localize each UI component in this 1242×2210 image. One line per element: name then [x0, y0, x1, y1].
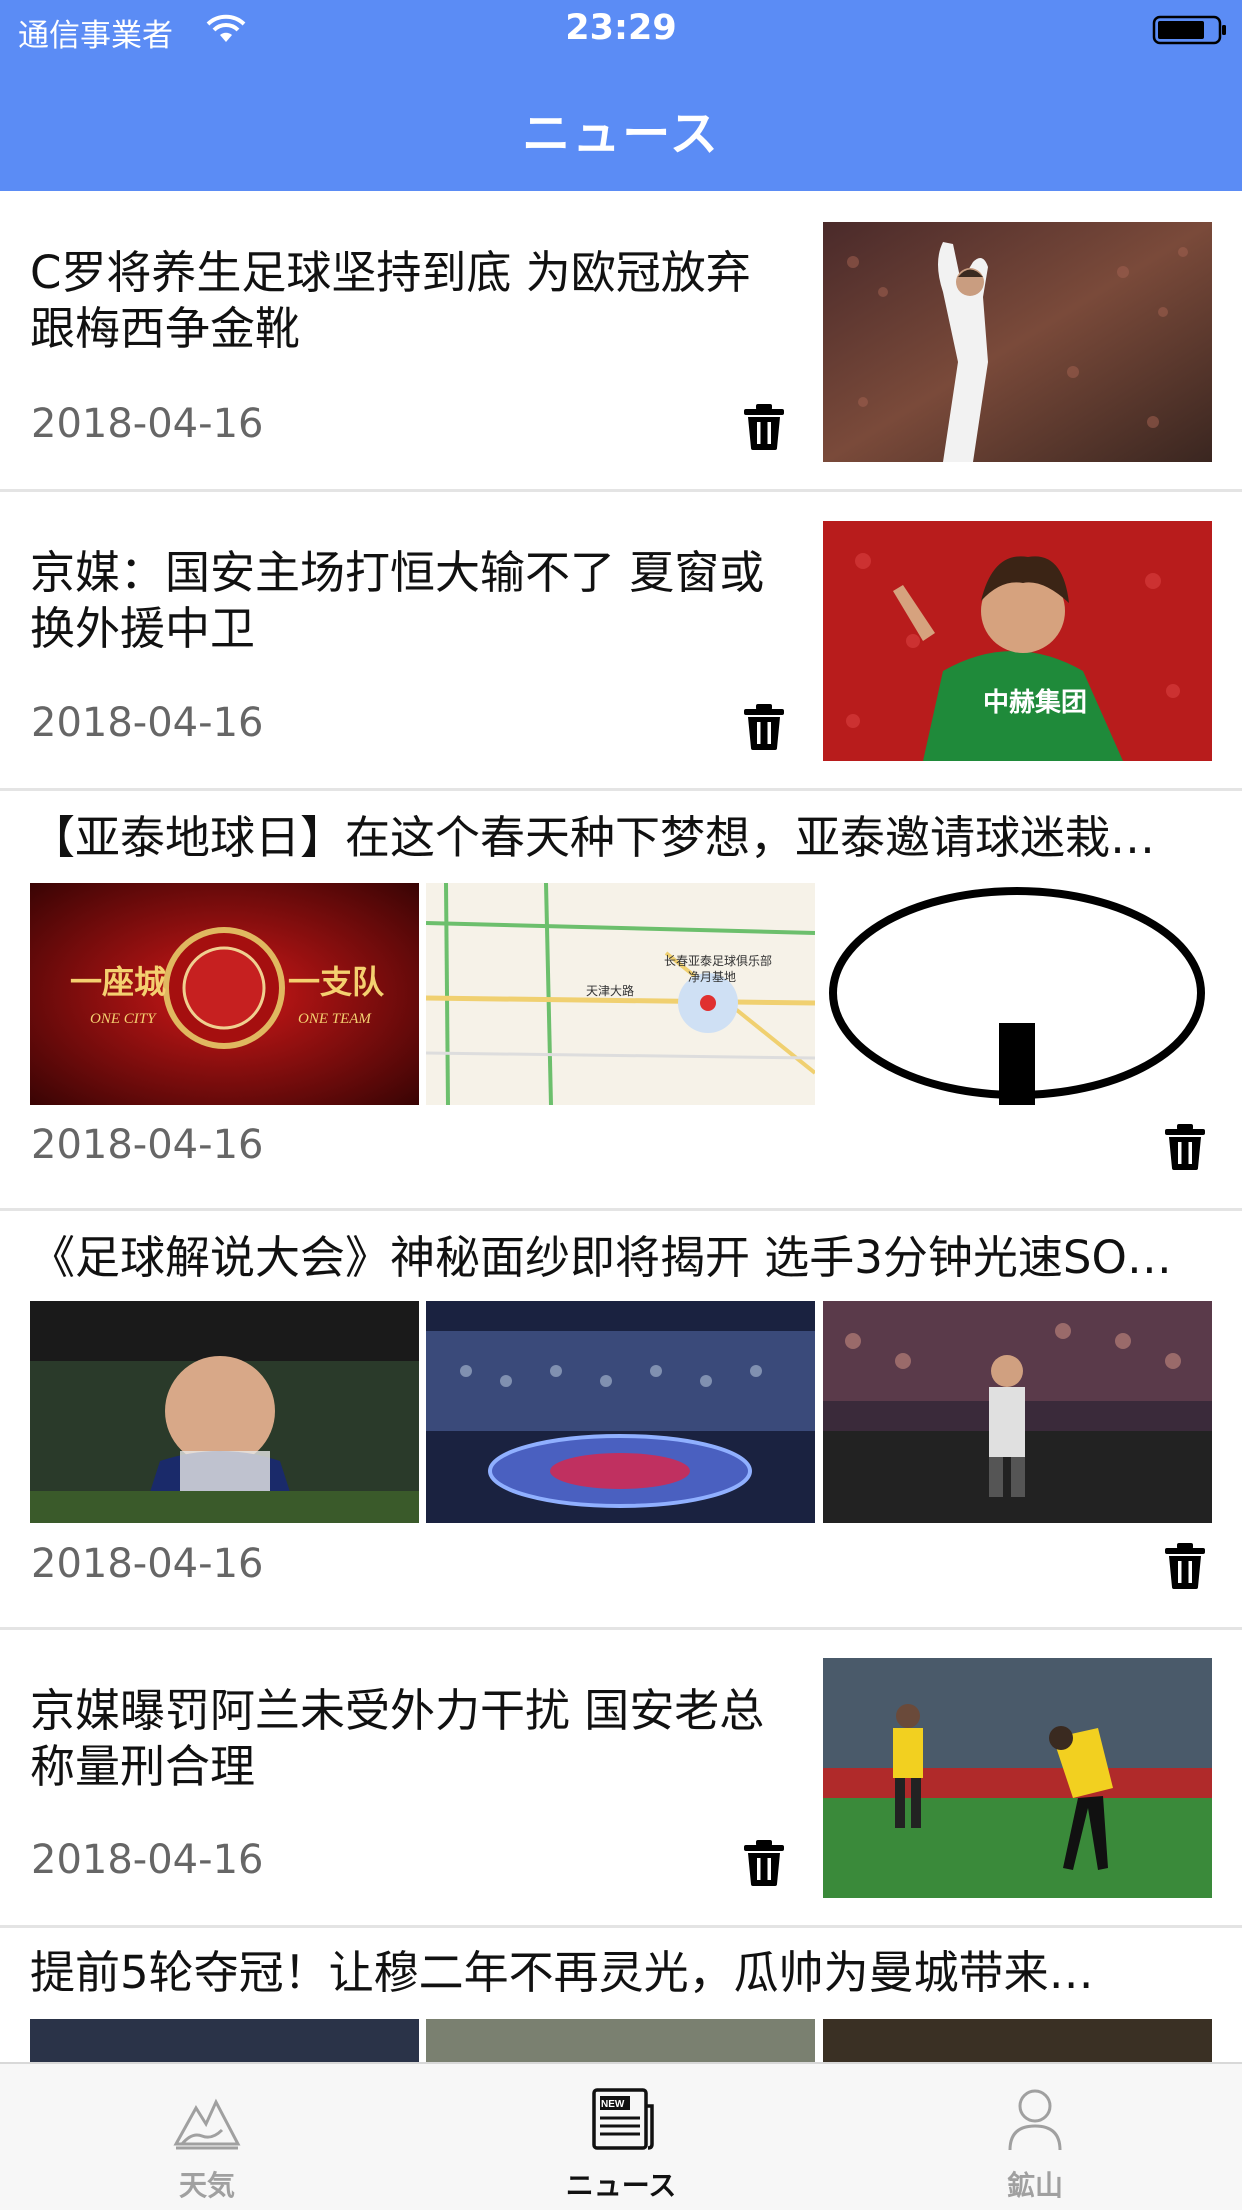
navigation-bar: ニュース	[0, 60, 1242, 191]
trash-icon[interactable]	[1163, 1123, 1207, 1171]
map-label-club: 长春亚泰足球俱乐部	[664, 953, 772, 968]
status-bar: 通信事業者 23:29	[0, 0, 1242, 60]
mountain-icon	[173, 2098, 241, 2150]
trash-icon[interactable]	[1163, 1542, 1207, 1590]
news-title: C罗将养生足球坚持到底 为欧冠放弃跟梅西争金靴	[30, 246, 751, 355]
tab-label: ニュース	[565, 2169, 677, 2202]
team-logo-left-sub: ONE CITY	[90, 1011, 157, 1027]
tab-bar: 天気 NEW ニュース 鉱山	[0, 2062, 1242, 2210]
person-icon	[1008, 2089, 1062, 2151]
clock: 23:29	[565, 8, 677, 48]
news-image-partial	[426, 2019, 815, 2062]
battery-icon	[1152, 15, 1226, 45]
news-image-player-green-jersey: 中赫集团	[823, 521, 1212, 761]
news-image-show-poster	[30, 1301, 419, 1523]
news-item[interactable]: 京媒：国安主场打恒大输不了 夏窗或换外援中卫 2018-04-16 中赫集团	[0, 489, 1242, 791]
map-label-road: 天津大路	[586, 983, 634, 998]
news-image-partial	[823, 2019, 1212, 2062]
team-logo-right-text: 一支队	[288, 964, 385, 1000]
news-image-placeholder	[823, 883, 1212, 1105]
news-date: 2018-04-16	[31, 1541, 264, 1587]
news-item[interactable]: 《足球解说大会》神秘面纱即将揭开 选手3分钟光速SO… 2018-04-16	[0, 1208, 1242, 1630]
trash-icon[interactable]	[742, 703, 786, 751]
news-title: 提前5轮夺冠！让穆二年不再灵光，瓜帅为曼城带来…	[30, 1946, 1094, 1999]
news-image-players-pitch	[823, 1658, 1212, 1898]
tab-mine[interactable]: 鉱山	[828, 2064, 1242, 2210]
news-item[interactable]: 京媒曝罚阿兰未受外力干扰 国安老总称量刑合理 2018-04-16	[0, 1627, 1242, 1928]
svg-text:NEW: NEW	[601, 2099, 625, 2110]
news-item[interactable]: C罗将养生足球坚持到底 为欧冠放弃跟梅西争金靴 2018-04-16	[0, 191, 1242, 492]
tab-weather[interactable]: 天気	[0, 2064, 414, 2210]
news-title: 京媒：国安主场打恒大输不了 夏窗或换外援中卫	[30, 546, 765, 655]
news-item[interactable]: 【亚泰地球日】在这个春天种下梦想，亚泰邀请球迷栽… 一座城 ONE CITY 一…	[0, 788, 1242, 1211]
tab-label: 天気	[178, 2169, 235, 2202]
jersey-text: 中赫集团	[983, 687, 1087, 717]
news-image-studio	[426, 1301, 815, 1523]
news-title: 《足球解说大会》神秘面纱即将揭开 选手3分钟光速SO…	[30, 1231, 1172, 1284]
news-title: 京媒曝罚阿兰未受外力干扰 国安老总称量刑合理	[30, 1684, 765, 1793]
team-logo-left-text: 一座城	[70, 964, 166, 1000]
page-title: ニュース	[522, 106, 720, 162]
tab-label: 鉱山	[1006, 2169, 1063, 2202]
trash-icon[interactable]	[742, 403, 786, 451]
news-date: 2018-04-16	[31, 1122, 264, 1168]
news-item[interactable]: 提前5轮夺冠！让穆二年不再灵光，瓜帅为曼城带来…	[0, 1925, 1242, 2062]
news-image-player-celebration	[823, 222, 1212, 462]
news-image-partial	[30, 2019, 419, 2062]
trash-icon[interactable]	[742, 1839, 786, 1887]
team-logo-right-sub: ONE TEAM	[298, 1011, 372, 1027]
newspaper-icon: NEW	[592, 2088, 654, 2150]
news-image-team-poster: 一座城 ONE CITY 一支队 ONE TEAM	[30, 883, 419, 1105]
tab-news[interactable]: NEW ニュース	[414, 2064, 828, 2210]
news-date: 2018-04-16	[31, 700, 264, 746]
news-date: 2018-04-16	[31, 1837, 264, 1883]
news-image-map: 长春亚泰足球俱乐部 净月基地 天津大路	[426, 883, 815, 1105]
map-label-base: 净月基地	[688, 970, 736, 984]
news-date: 2018-04-16	[31, 401, 264, 447]
news-title: 【亚泰地球日】在这个春天种下梦想，亚泰邀请球迷栽…	[30, 811, 1156, 864]
news-image-stage	[823, 1301, 1212, 1523]
news-feed[interactable]: C罗将养生足球坚持到底 为欧冠放弃跟梅西争金靴 2018-04-16 京媒：国安…	[0, 191, 1242, 2062]
